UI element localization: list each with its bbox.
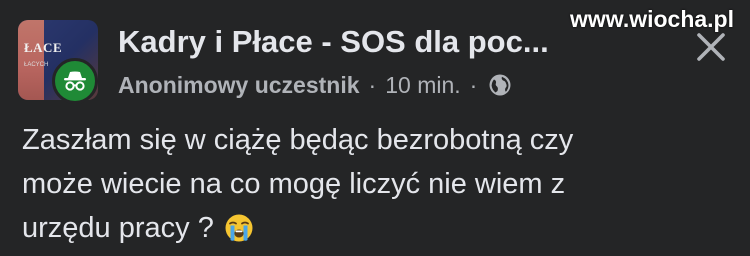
post-meta: Anonimowy uczestnik · 10 min. · — [118, 70, 512, 100]
loudly-crying-face-icon — [224, 212, 254, 242]
incognito-icon — [64, 71, 86, 91]
post-text-line: Zaszłam się w ciążę będąc bezrobotną czy — [22, 124, 574, 156]
post-time[interactable]: 10 min. — [385, 72, 460, 99]
author-avatar[interactable] — [52, 58, 98, 104]
globe-icon — [488, 73, 512, 97]
meta-separator: · — [368, 71, 377, 98]
group-logo-text: ŁACE — [24, 40, 63, 55]
watermark: www.wiocha.pl — [570, 6, 734, 32]
post-text-line: może wiecie na co mogę liczyć nie wiem z — [22, 168, 566, 200]
group-name[interactable]: Kadry i Płace - SOS dla poc... — [118, 24, 549, 60]
group-logo-subtext: ŁACYCH — [24, 62, 49, 68]
post-text-line-content: urzędu pracy ? — [22, 212, 214, 244]
post-header: ŁACE ŁACYCH Kadry i Płace - SOS dla poc.… — [0, 0, 750, 110]
group-avatar-stripe — [18, 20, 44, 100]
post-text: Zaszłam się w ciążę będąc bezrobotną czy… — [22, 118, 737, 250]
author-name[interactable]: Anonimowy uczestnik — [118, 72, 360, 99]
meta-separator: · — [469, 71, 478, 98]
post-text-line-last: urzędu pracy ? — [22, 206, 737, 250]
